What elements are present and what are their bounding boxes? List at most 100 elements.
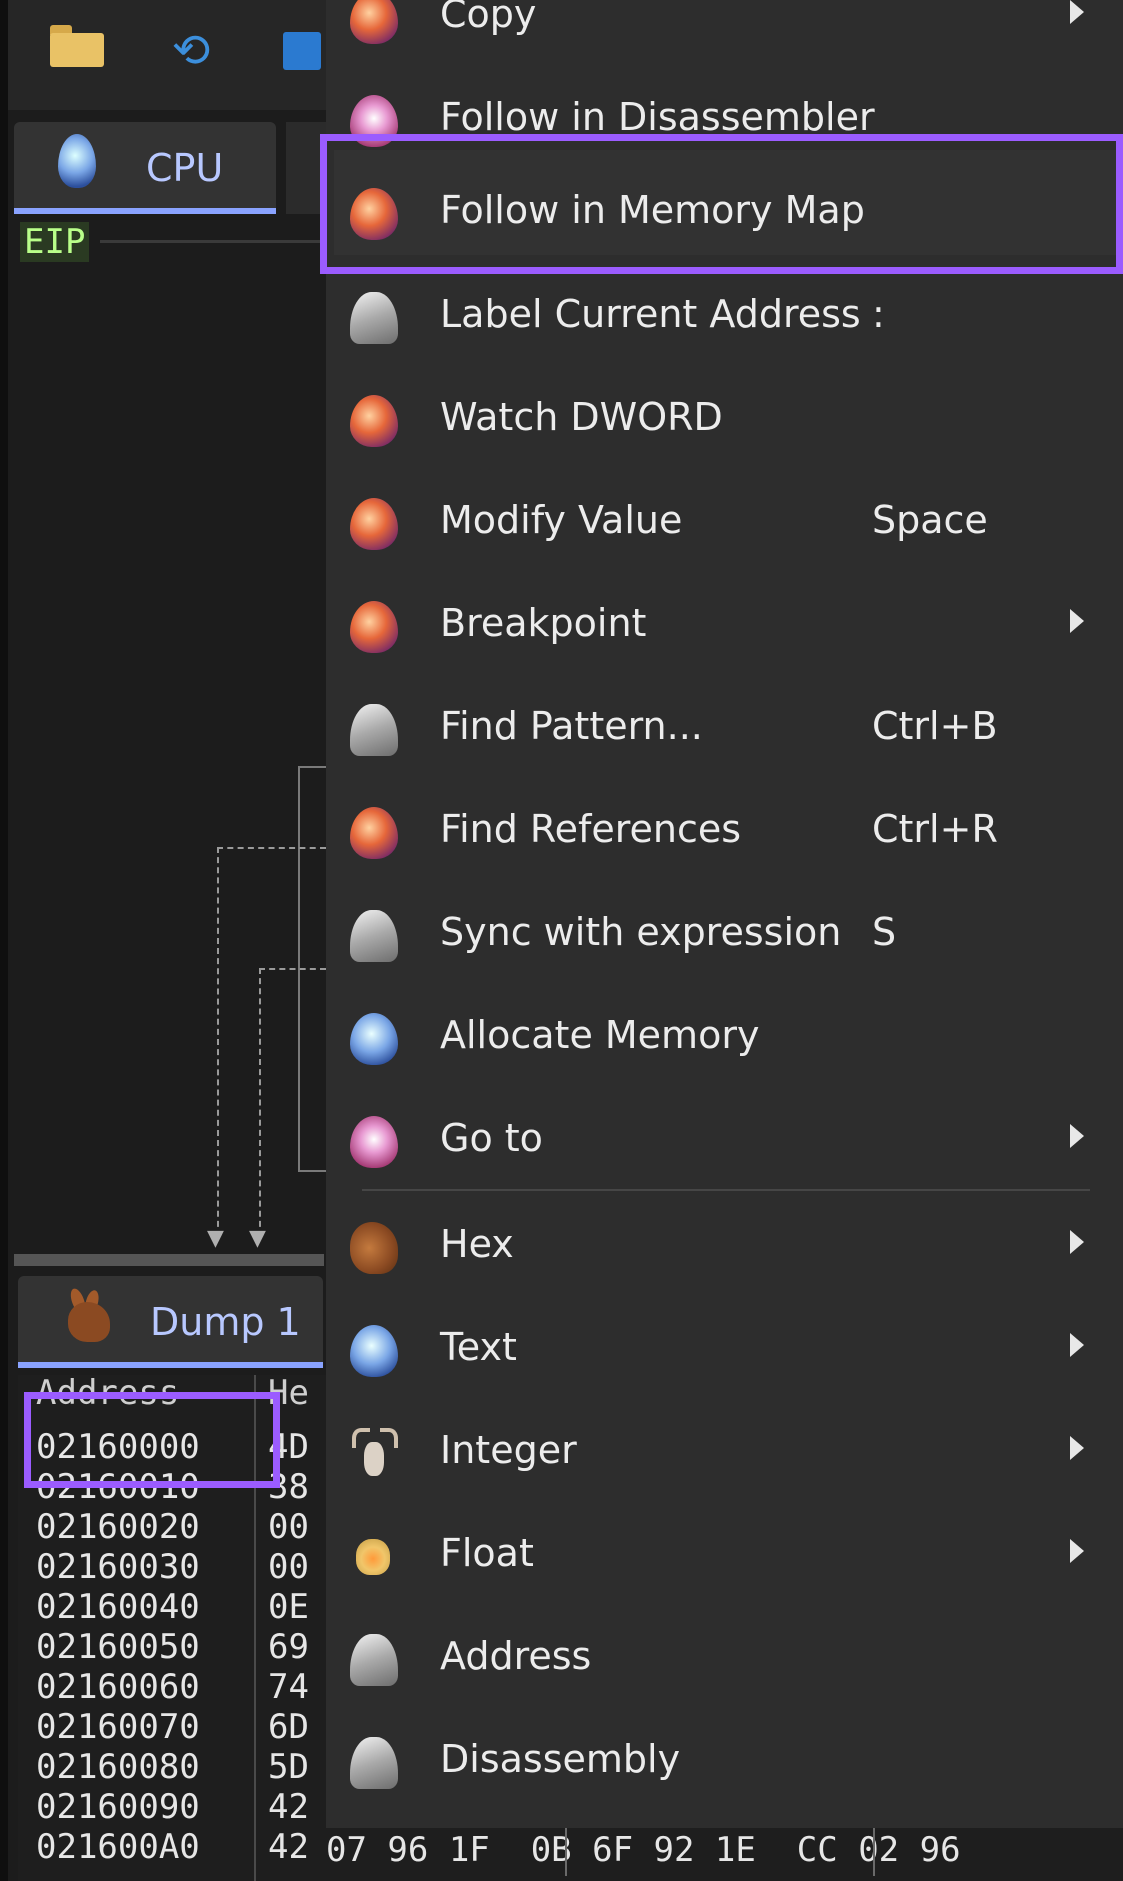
cpu-egg-icon <box>58 134 96 188</box>
row-address: 02160030 <box>36 1547 200 1587</box>
menu-item-label: Text <box>440 1325 517 1369</box>
submenu-arrow-icon <box>1070 1124 1084 1148</box>
blue-egg-icon <box>350 1013 398 1065</box>
yellow-egg-icon <box>356 1539 390 1575</box>
highlight-box-dump-address <box>24 1392 280 1488</box>
row-address: 02160040 <box>36 1587 200 1627</box>
menu-item-shortcut: : <box>872 292 885 336</box>
active-tab-indicator <box>14 208 276 214</box>
jump-line <box>298 766 326 768</box>
open-folder-icon[interactable] <box>50 25 104 69</box>
menu-item-integer[interactable]: Integer <box>326 1400 1123 1503</box>
submenu-arrow-icon <box>1070 1436 1084 1460</box>
jump-line <box>298 1170 326 1172</box>
row-hex: 6D <box>268 1707 309 1747</box>
menu-item-label: Find References <box>440 807 742 851</box>
menu-item-label: Sync with expression <box>440 910 842 954</box>
menu-item-address[interactable]: Address <box>326 1606 1123 1709</box>
menu-item-hex[interactable]: Hex <box>326 1194 1123 1297</box>
branch-arrow-icon: ▼ <box>207 1226 224 1251</box>
menu-item-allocate-memory[interactable]: Allocate Memory <box>326 985 1123 1088</box>
submenu-arrow-icon <box>1070 609 1084 633</box>
red-egg-icon <box>350 807 398 859</box>
menu-item-label: Modify Value <box>440 498 683 542</box>
menu-item-modify-value[interactable]: Modify Value Space <box>326 470 1123 573</box>
stop-icon[interactable] <box>283 32 321 70</box>
menu-item-shortcut: Ctrl+R <box>872 807 998 851</box>
branch-line <box>259 968 261 1237</box>
bell-icon <box>350 1737 398 1789</box>
eip-line <box>100 240 320 243</box>
menu-item-find-references[interactable]: Find References Ctrl+R <box>326 779 1123 882</box>
table-row[interactable]: 02160070 6D <box>36 1707 309 1747</box>
table-row[interactable]: 02160040 0E <box>36 1587 309 1627</box>
bell-icon <box>350 292 398 344</box>
table-row[interactable]: 02160060 74 <box>36 1667 309 1707</box>
table-row[interactable]: 02160030 00 <box>36 1547 309 1587</box>
menu-item-float[interactable]: Float <box>326 1503 1123 1606</box>
row-hex: 0E <box>268 1587 309 1627</box>
toolbar: ⟲ <box>8 0 338 110</box>
menu-item-label: Go to <box>440 1116 543 1160</box>
menu-item-label: Hex <box>440 1222 514 1266</box>
menu-item-label: Label Current Address <box>440 292 861 336</box>
table-row[interactable]: 021600A0 42 <box>36 1827 309 1867</box>
menu-item-watch-dword[interactable]: Watch DWORD <box>326 367 1123 470</box>
menu-item-sync-with-expression[interactable]: Sync with expression S <box>326 882 1123 985</box>
menu-separator <box>362 1189 1090 1191</box>
row-address: 02160060 <box>36 1667 200 1707</box>
table-row[interactable]: 02160050 69 <box>36 1627 309 1667</box>
goat-icon <box>350 1428 398 1480</box>
pane-splitter[interactable] <box>14 1254 324 1266</box>
x64dbg-window: ⟲ CPU EIP ▼ ▼ Dump 1 Address He 02160000… <box>0 0 1123 1881</box>
bell-icon <box>350 910 398 962</box>
tab-dump-1[interactable]: Dump 1 <box>18 1276 323 1368</box>
menu-item-label: Find Pattern... <box>440 704 703 748</box>
menu-item-label-current-address[interactable]: Label Current Address : <box>326 264 1123 367</box>
row-address: 02160020 <box>36 1507 200 1547</box>
table-row[interactable]: 02160020 00 <box>36 1507 309 1547</box>
red-egg-icon <box>350 601 398 653</box>
restart-icon[interactable]: ⟲ <box>166 25 216 75</box>
menu-item-find-pattern[interactable]: Find Pattern... Ctrl+B <box>326 676 1123 779</box>
row-address: 021600A0 <box>36 1827 200 1867</box>
red-egg-icon <box>350 0 398 44</box>
bell-icon <box>350 704 398 756</box>
tab-cpu[interactable]: CPU <box>14 122 276 214</box>
menu-item-breakpoint[interactable]: Breakpoint <box>326 573 1123 676</box>
hex-group-separator <box>565 1828 567 1876</box>
submenu-arrow-icon <box>1070 0 1084 24</box>
pink-egg-icon <box>350 1116 398 1168</box>
active-tab-indicator <box>18 1362 323 1368</box>
table-row[interactable]: 02160080 5D <box>36 1747 309 1787</box>
menu-item-shortcut: Ctrl+B <box>872 704 998 748</box>
menu-item-label: Integer <box>440 1428 577 1472</box>
row-hex: 69 <box>268 1627 309 1667</box>
row-hex: 42 <box>268 1827 309 1867</box>
menu-item-label: Address <box>440 1634 592 1678</box>
dump-row-hex-continuation: 07 96 1F 0B 6F 92 1E CC 02 96 <box>326 1830 961 1870</box>
menu-item-disassembly[interactable]: Disassembly <box>326 1709 1123 1812</box>
row-hex: 5D <box>268 1747 309 1787</box>
branch-line <box>217 847 326 849</box>
menu-item-label: Copy <box>440 0 537 36</box>
menu-item-text[interactable]: Text <box>326 1297 1123 1400</box>
branch-line <box>259 968 326 970</box>
row-address: 02160080 <box>36 1747 200 1787</box>
branch-line <box>217 847 219 1237</box>
row-hex: 42 <box>268 1787 309 1827</box>
menu-item-label: Follow in Disassembler <box>440 95 875 139</box>
row-address: 02160050 <box>36 1627 200 1667</box>
menu-item-label: Float <box>440 1531 534 1575</box>
highlight-box-follow-in-memory-map <box>320 134 1123 274</box>
row-hex: 74 <box>268 1667 309 1707</box>
bunny-icon <box>58 1286 114 1346</box>
tab-cpu-label: CPU <box>146 146 224 190</box>
table-row[interactable]: 02160090 42 <box>36 1787 309 1827</box>
menu-item-copy[interactable]: Copy <box>326 0 1123 67</box>
menu-item-label: Disassembly <box>440 1737 681 1781</box>
branch-arrow-icon: ▼ <box>249 1226 266 1251</box>
menu-item-shortcut: Space <box>872 498 988 542</box>
menu-item-label: Allocate Memory <box>440 1013 760 1057</box>
menu-item-go-to[interactable]: Go to <box>326 1088 1123 1191</box>
